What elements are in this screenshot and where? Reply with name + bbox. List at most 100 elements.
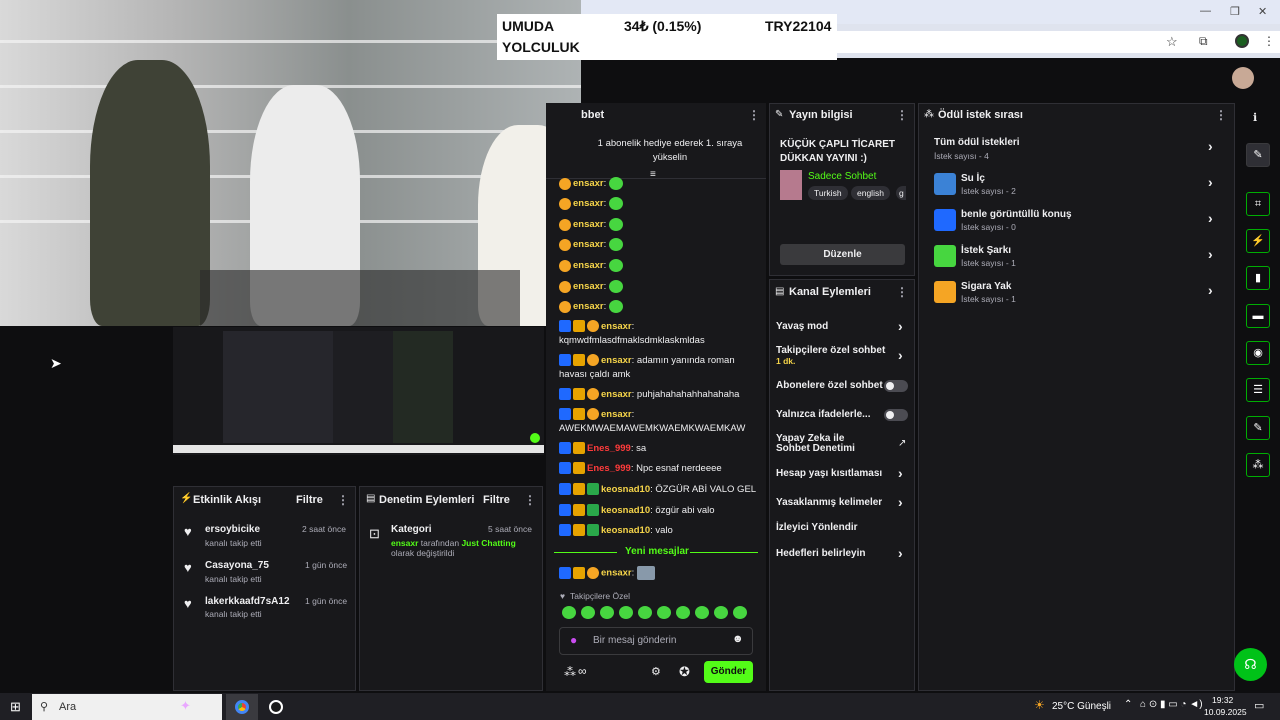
reward-item-label[interactable]: Tüm ödül istekleri <box>934 137 1020 148</box>
reward-queue-menu-icon[interactable]: ⋮ <box>1215 108 1227 122</box>
chat-username[interactable]: keosnad10 <box>601 484 650 495</box>
notification-icon[interactable]: ▭ <box>1254 699 1264 712</box>
broadcast-icon[interactable]: ◉ <box>1246 341 1270 365</box>
moderation-filter-button[interactable]: Filtre <box>483 494 510 506</box>
reward-item-label[interactable]: benle görüntüllü konuş <box>961 209 1072 220</box>
ai-moderation-item[interactable]: Yapay Zeka ile Sohbet Denetimi <box>776 434 880 454</box>
points-icon[interactable]: ⁂ <box>564 665 576 679</box>
minimize-icon[interactable]: — <box>1200 5 1211 17</box>
account-age-item[interactable]: Hesap yaşı kısıtlaması <box>776 468 882 479</box>
new-messages-divider[interactable]: Yeni mesajlar <box>625 546 689 557</box>
chevron-right-icon[interactable]: › <box>1208 282 1213 298</box>
extensions-icon[interactable]: ⧉ <box>1199 34 1208 49</box>
slow-mode-item[interactable]: Yavaş mod <box>776 321 828 332</box>
moderation-item-category[interactable]: Just Chatting <box>461 538 515 548</box>
chevron-right-icon[interactable]: › <box>1208 246 1213 262</box>
settings-icon[interactable]: ⚙ <box>651 665 661 678</box>
tag-chip[interactable]: english <box>851 186 890 200</box>
clock-date[interactable]: 10.09.2025 <box>1204 707 1247 717</box>
activity-user[interactable]: ersoybicike <box>205 524 260 535</box>
chat-username[interactable]: ensaxr <box>573 281 604 292</box>
activity-user[interactable]: lakerkkaafd7sA12 <box>205 596 290 607</box>
chat-input-placeholder[interactable]: Bir mesaj gönderin <box>593 635 676 646</box>
address-bar[interactable] <box>836 31 1280 53</box>
moderation-item-user[interactable]: ensaxr <box>391 538 418 548</box>
chat-username[interactable]: Enes_999 <box>587 443 631 454</box>
edit-layout-icon[interactable]: ✎ <box>1246 143 1270 167</box>
windows-start-icon[interactable]: ⊞ <box>10 699 21 715</box>
activity-menu-icon[interactable]: ⋮ <box>337 493 349 507</box>
subscribers-only-toggle[interactable] <box>884 380 908 392</box>
chevron-right-icon[interactable]: › <box>898 318 903 334</box>
chevron-right-icon[interactable]: › <box>1208 138 1213 154</box>
close-icon[interactable]: ✕ <box>1258 5 1267 18</box>
chat-username[interactable]: ensaxr <box>573 198 604 209</box>
stream-preview[interactable] <box>173 327 544 455</box>
chat-username[interactable]: ensaxr <box>573 239 604 250</box>
channel-actions-menu-icon[interactable]: ⋮ <box>896 285 908 299</box>
browser-menu-icon[interactable]: ⋮ <box>1263 34 1275 48</box>
chat-username[interactable]: ensaxr <box>573 178 604 189</box>
list-icon[interactable]: ☰ <box>1246 378 1270 402</box>
apps-icon[interactable]: ⁂ <box>1246 453 1270 477</box>
category-thumbnail[interactable] <box>780 170 802 200</box>
chat-username[interactable]: ensaxr <box>601 321 632 332</box>
chat-username[interactable]: ensaxr <box>601 355 632 366</box>
stream-info-menu-icon[interactable]: ⋮ <box>896 108 908 122</box>
send-button[interactable]: Gönder <box>704 661 753 683</box>
profile-icon[interactable] <box>1235 34 1249 48</box>
chat-username[interactable]: ensaxr <box>601 409 632 420</box>
obs-taskbar-icon[interactable] <box>260 694 292 720</box>
chevron-right-icon[interactable]: › <box>898 494 903 510</box>
weather-text[interactable]: 25°C Güneşli <box>1052 701 1111 712</box>
chrome-taskbar-icon[interactable] <box>226 694 258 720</box>
tray-chevron-icon[interactable]: ⌃ <box>1124 699 1132 710</box>
document-icon[interactable]: ▮ <box>1246 266 1270 290</box>
chevron-right-icon[interactable]: › <box>898 347 903 363</box>
banned-words-item[interactable]: Yasaklanmış kelimeler <box>776 497 882 508</box>
chat-username[interactable]: keosnad10 <box>601 505 650 516</box>
moderation-menu-icon[interactable]: ⋮ <box>524 493 536 507</box>
support-headset-icon[interactable]: ☊ <box>1234 648 1267 681</box>
reward-item-label[interactable]: Sigara Yak <box>961 281 1011 292</box>
emotes-only-toggle[interactable] <box>884 409 908 421</box>
activity-filter-button[interactable]: Filtre <box>296 494 323 506</box>
chevron-right-icon[interactable]: › <box>1208 174 1213 190</box>
info-icon[interactable]: ℹ <box>1253 111 1257 124</box>
chat-menu-icon[interactable]: ⋮ <box>748 108 760 122</box>
lightning-icon[interactable]: ⚡ <box>1246 229 1270 253</box>
tag-chip[interactable]: g <box>896 186 906 200</box>
chat-username[interactable]: ensaxr <box>573 219 604 230</box>
microphone-icon[interactable]: ● <box>570 633 577 647</box>
chevron-right-icon[interactable]: › <box>1208 210 1213 226</box>
emoji-icon[interactable]: ☻ <box>732 633 744 645</box>
chevron-right-icon[interactable]: › <box>898 545 903 561</box>
followers-only-item[interactable]: Takipçilere özel sohbet <box>776 345 885 356</box>
reward-item-label[interactable]: Su İç <box>961 173 985 184</box>
emote-bar[interactable] <box>562 606 754 620</box>
raid-item[interactable]: İzleyici Yönlendir <box>776 522 858 533</box>
chat-username[interactable]: keosnad10 <box>601 525 650 536</box>
wrench-icon[interactable]: ✎ <box>1246 416 1270 440</box>
chevron-right-icon[interactable]: › <box>898 465 903 481</box>
crop-icon[interactable]: ⌗ <box>1246 192 1270 216</box>
tray-icons[interactable]: ⌂ ⊙ ▮ ▭ ◔ ◄) <box>1140 699 1203 710</box>
tag-chip[interactable]: Turkish <box>808 186 848 200</box>
reward-item-label[interactable]: İstek Şarkı <box>961 245 1011 256</box>
chat-username[interactable]: Enes_999 <box>587 463 631 474</box>
external-link-icon[interactable]: ↗ <box>898 438 906 449</box>
chat-bubble-icon[interactable]: ▬ <box>1246 304 1270 328</box>
avatar[interactable] <box>1232 67 1254 89</box>
chat-pinned-banner[interactable]: 1 abonelik hediye ederek 1. sıraya yükse… <box>590 137 750 165</box>
goals-item[interactable]: Hedefleri belirleyin <box>776 548 865 559</box>
bookmark-star-icon[interactable]: ☆ <box>1166 34 1178 50</box>
chat-username[interactable]: ensaxr <box>573 301 604 312</box>
chat-username[interactable]: ensaxr <box>573 260 604 271</box>
restore-icon[interactable]: ❐ <box>1230 5 1240 18</box>
chat-username[interactable]: ensaxr <box>601 389 632 400</box>
category-link[interactable]: Sadece Sohbet <box>808 171 876 182</box>
reward-icon[interactable]: ✪ <box>679 664 690 680</box>
chat-username[interactable]: ensaxr <box>601 568 632 579</box>
activity-user[interactable]: Casayona_75 <box>205 560 269 571</box>
taskbar-search-label[interactable]: Ara <box>59 701 76 713</box>
